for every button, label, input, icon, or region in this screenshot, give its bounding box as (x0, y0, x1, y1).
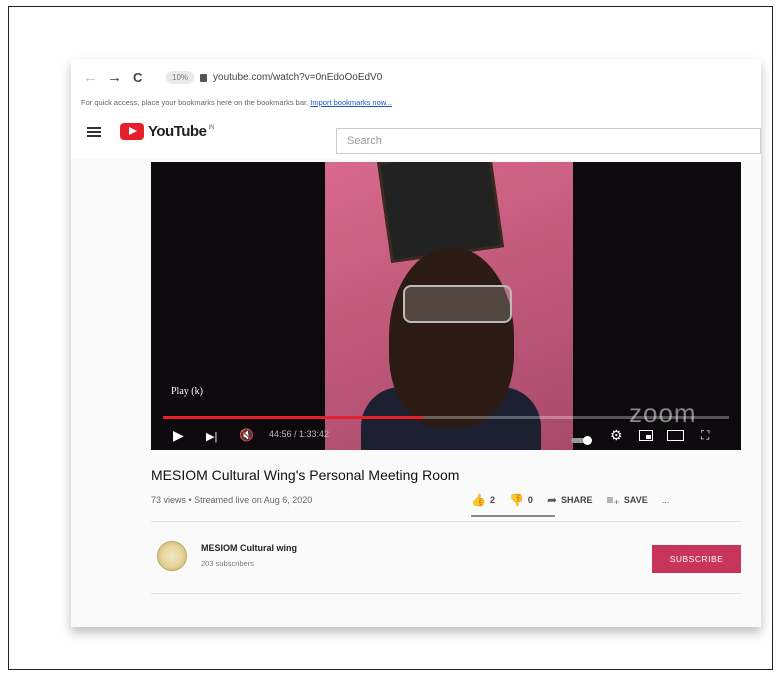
divider (151, 521, 741, 522)
thumbs-down-icon: 👎 (508, 493, 524, 507)
dislike-button[interactable]: 👎 0 (509, 493, 533, 507)
import-bookmarks-link[interactable]: Import bookmarks now... (310, 98, 392, 107)
youtube-logo[interactable]: YouTube IN (120, 123, 214, 140)
youtube-header: YouTube IN Search (71, 111, 761, 159)
fullscreen-icon[interactable]: ⛶ (701, 427, 709, 443)
channel-avatar[interactable] (157, 541, 187, 571)
forward-button[interactable]: → (107, 69, 122, 86)
sentiment-bar (471, 515, 555, 517)
reload-button[interactable]: C (133, 70, 142, 85)
back-button[interactable]: ← (83, 69, 98, 86)
play-tooltip: Play (k) (171, 386, 203, 397)
playlist-add-icon: ≡₊ (606, 493, 620, 507)
video-meta: 73 views • Streamed live on Aug 6, 2020 (151, 495, 313, 505)
share-icon: ➦ (546, 493, 557, 507)
url-text[interactable]: youtube.com/watch?v=0nEdoOoEdV0 (213, 72, 382, 83)
lock-icon (200, 73, 208, 82)
autoplay-toggle[interactable] (571, 431, 592, 447)
video-title: MESIOM Cultural Wing's Personal Meeting … (151, 467, 460, 483)
logo-country: IN (208, 125, 215, 131)
menu-icon[interactable] (87, 127, 101, 137)
settings-icon[interactable]: ⚙ (610, 427, 623, 443)
thumbs-up-icon: 👍 (471, 493, 486, 507)
more-actions-button[interactable]: ... (662, 495, 670, 505)
share-label: SHARE (561, 495, 593, 505)
like-button[interactable]: 👍 2 (471, 493, 495, 507)
subscribe-button[interactable]: SUBSCRIBE (652, 545, 741, 573)
mute-icon[interactable]: 🔇 (239, 427, 254, 443)
play-logo-icon (120, 123, 144, 140)
player-controls: ▶ ▶| 🔇 44:56 / 1:33:42 ⚙ ⛶ (151, 420, 741, 450)
browser-window: ← → C 10% youtube.com/watch?v=0nEdoOoEdV… (71, 59, 761, 627)
play-icon[interactable]: ▶ (173, 427, 184, 443)
save-button[interactable]: ≡₊ SAVE (607, 493, 648, 507)
divider (151, 593, 741, 594)
theater-mode-icon[interactable] (667, 430, 684, 441)
speaker-head (389, 247, 514, 427)
progress-fill (163, 416, 424, 419)
like-count: 2 (489, 495, 495, 505)
speaker-glasses (403, 285, 512, 323)
bookmarks-bar: For quick access, place your bookmarks h… (71, 95, 761, 111)
save-label: SAVE (623, 495, 648, 505)
channel-name[interactable]: MESIOM Cultural wing (201, 543, 297, 553)
video-player[interactable]: Play (k) zoom ▶ ▶| 🔇 44:56 / 1:33:42 ⚙ ⛶ (151, 162, 741, 450)
address-bar: ← → C 10% youtube.com/watch?v=0nEdoOoEdV… (71, 59, 761, 96)
video-actions: 👍 2 👎 0 ➦ SHARE ≡₊ SAVE ... (471, 493, 669, 507)
search-input[interactable]: Search (336, 128, 761, 154)
next-icon[interactable]: ▶| (206, 429, 217, 445)
subscriber-count: 203 subscribers (201, 559, 254, 568)
zoom-badge[interactable]: 10% (166, 71, 195, 84)
document-frame: ← → C 10% youtube.com/watch?v=0nEdoOoEdV… (8, 6, 773, 670)
progress-bar[interactable] (163, 416, 729, 419)
miniplayer-icon[interactable] (639, 430, 653, 441)
time-display: 44:56 / 1:33:42 (269, 429, 330, 439)
dislike-count: 0 (527, 495, 533, 505)
video-frame (325, 162, 573, 450)
bookmarks-hint: For quick access, place your bookmarks h… (81, 98, 309, 107)
logo-text: YouTube (148, 123, 207, 140)
share-button[interactable]: ➦ SHARE (547, 493, 593, 507)
